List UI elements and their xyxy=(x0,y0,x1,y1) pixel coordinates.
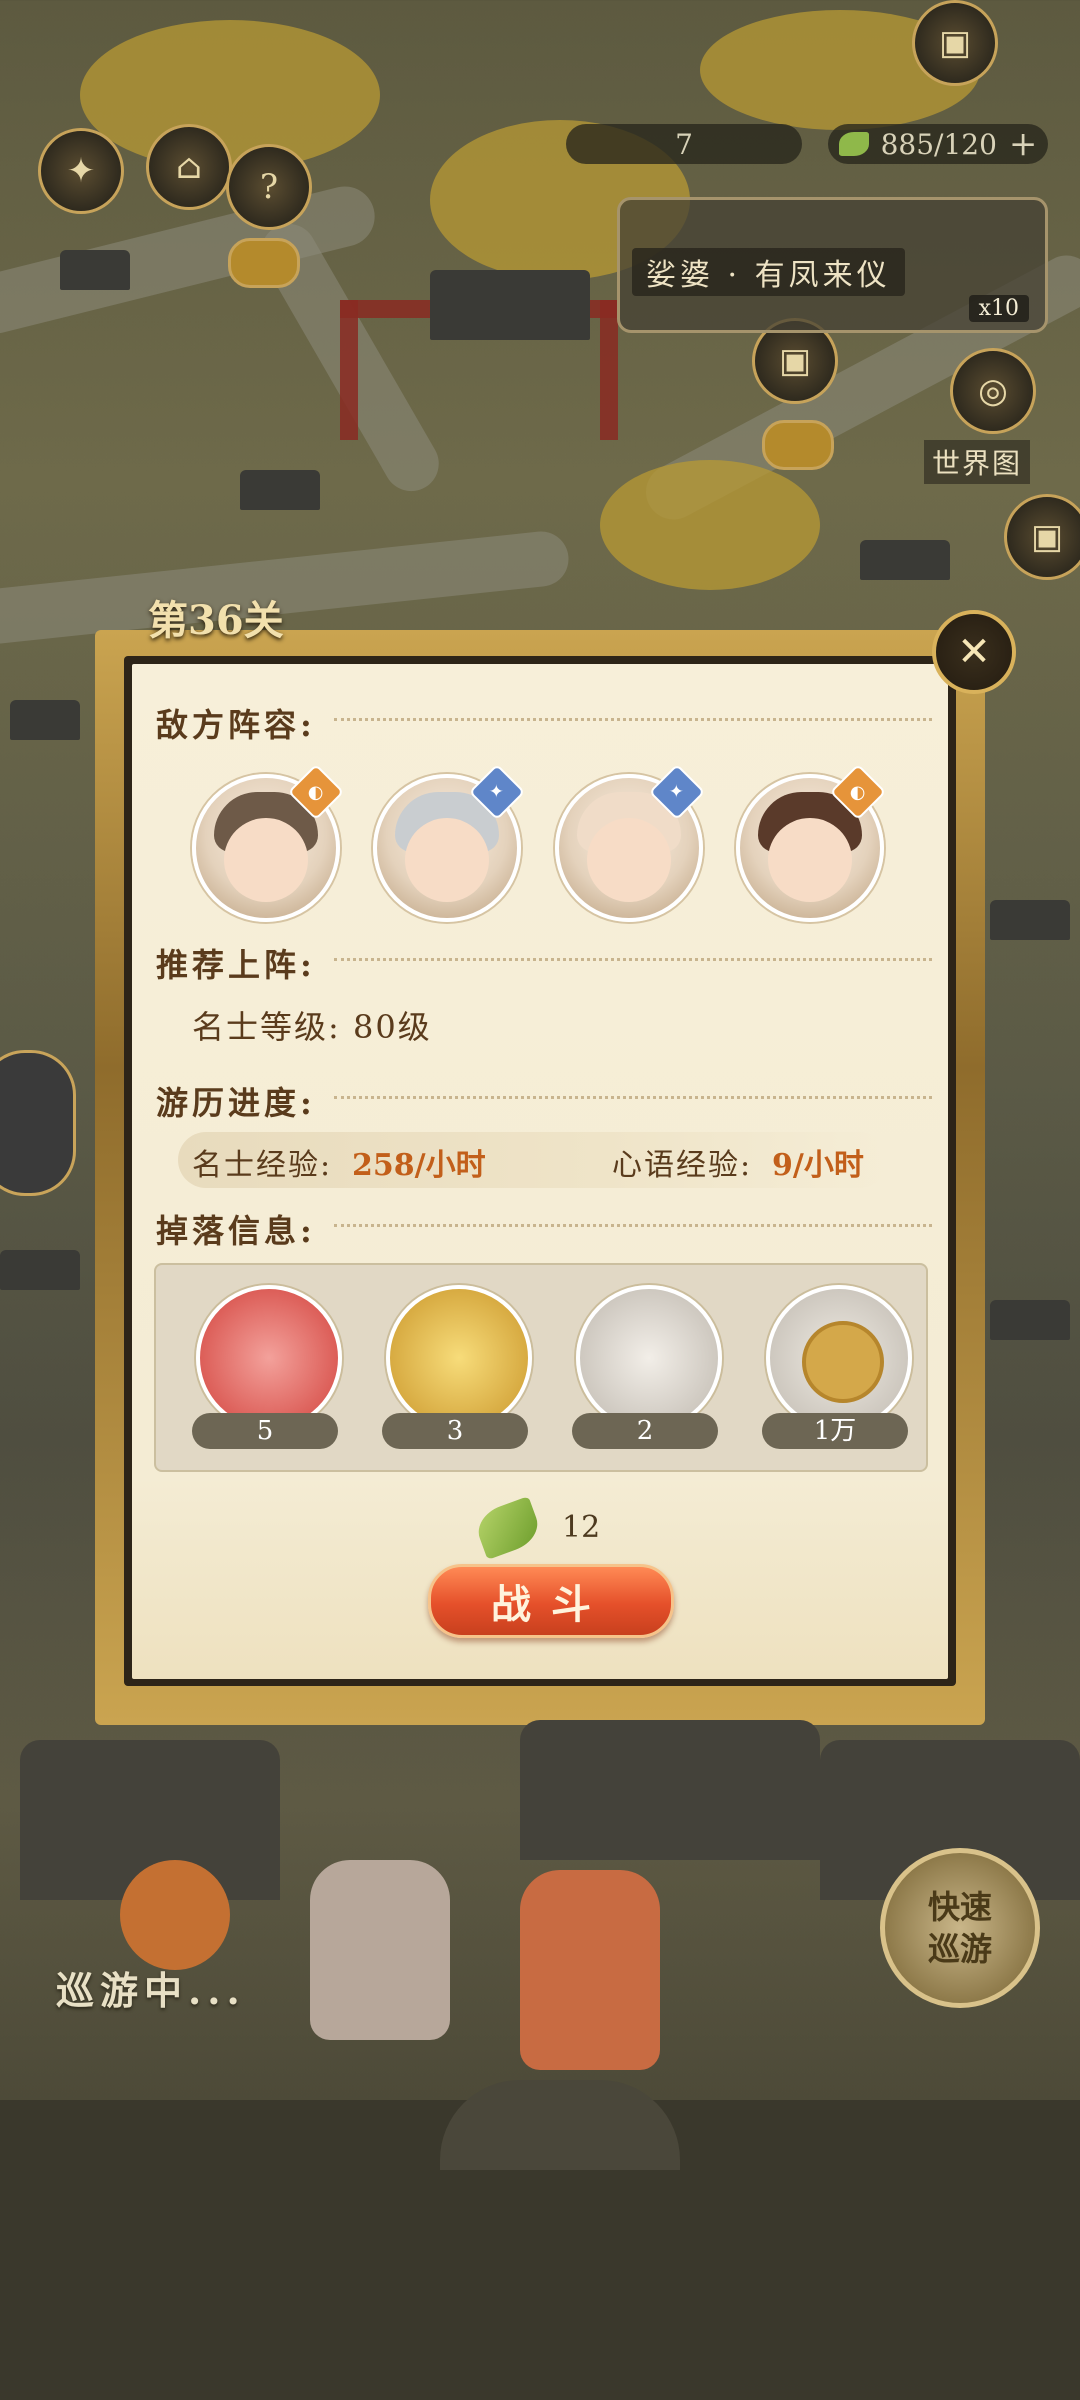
drops-label: 掉落信息: xyxy=(156,1212,316,1250)
world-map-icon[interactable]: ◎ xyxy=(950,348,1036,434)
avatar-face xyxy=(224,818,308,902)
tea-set-item-icon[interactable] xyxy=(196,1285,342,1431)
close-icon: ✕ xyxy=(957,629,991,675)
scholar-exp-label: 名士经验: xyxy=(192,1148,333,1183)
scene-building xyxy=(520,1720,820,1860)
scholar-exp-value: 258/小时 xyxy=(352,1148,486,1183)
pavilion-icon[interactable]: ⌂ xyxy=(146,124,232,210)
quick-patrol-button[interactable]: 快速 巡游 xyxy=(880,1848,1040,2008)
recommended-label: 推荐上阵: xyxy=(156,946,316,984)
left-side-badge-icon[interactable] xyxy=(0,1050,76,1196)
divider xyxy=(334,1224,932,1227)
progress-label: 游历进度: xyxy=(156,1084,316,1122)
lantern-icon xyxy=(120,1860,230,1970)
flower-dish-item-icon[interactable] xyxy=(576,1285,722,1431)
quick-patrol-line2: 巡游 xyxy=(927,1930,992,1968)
recommended-level: 名士等级: 80级 xyxy=(192,1002,432,1048)
coin-node-icon[interactable] xyxy=(228,238,300,288)
patrol-status-text: 巡游中... xyxy=(56,1968,246,2013)
drop-count: 2 xyxy=(572,1413,718,1449)
cost-value: 12 xyxy=(562,1510,601,1545)
avatar-face xyxy=(587,818,671,902)
coin-icon xyxy=(802,1321,884,1403)
drop-count: 3 xyxy=(382,1413,528,1449)
event-banner-title: 娑婆 · 有凤来仪 xyxy=(632,248,905,296)
divider xyxy=(334,1096,932,1099)
chibi-character xyxy=(520,1870,660,2070)
stamina-counter: 7 xyxy=(566,124,802,164)
house-roof xyxy=(10,700,80,740)
gift-node-icon[interactable]: ▣ xyxy=(912,0,998,86)
avatar-face xyxy=(405,818,489,902)
house-roof xyxy=(990,900,1070,940)
coin-node-icon[interactable] xyxy=(762,420,834,470)
event-banner-count: x10 xyxy=(968,295,1029,322)
scene-roof xyxy=(440,2080,680,2170)
heart-exp-value: 9/小时 xyxy=(772,1148,864,1183)
gift-node-icon[interactable]: ▣ xyxy=(1004,494,1080,580)
unknown-node-icon[interactable]: ? xyxy=(226,144,312,230)
heart-exp-label: 心语经验: xyxy=(612,1148,753,1183)
stamina-value: 7 xyxy=(675,127,693,161)
event-banner[interactable]: 娑婆 · 有凤来仪 x10 xyxy=(617,197,1048,333)
palace-wall xyxy=(600,300,618,440)
avatar-face xyxy=(768,818,852,902)
recommended-level-value: 80级 xyxy=(352,1008,432,1046)
palace-wall xyxy=(340,300,358,440)
divider xyxy=(334,958,932,961)
stage-title: 第36关 xyxy=(148,597,284,644)
fight-button[interactable]: 战斗 xyxy=(428,1564,674,1638)
recommended-level-label: 名士等级: xyxy=(192,1008,341,1046)
book-item-icon[interactable] xyxy=(386,1285,532,1431)
enemy-lineup-label: 敌方阵容: xyxy=(156,706,316,744)
map-road xyxy=(0,528,572,647)
house-roof xyxy=(990,1300,1070,1340)
add-energy-button[interactable]: + xyxy=(1009,124,1038,164)
house-roof xyxy=(240,470,320,510)
house-roof xyxy=(860,540,950,580)
palace-roof xyxy=(430,270,590,340)
world-map-label: 世界图 xyxy=(924,440,1031,484)
energy-value: 885/120 xyxy=(880,127,997,161)
divider xyxy=(334,718,932,721)
house-roof xyxy=(0,1250,80,1290)
quick-patrol-line1: 快速 xyxy=(927,1888,992,1926)
map-tree xyxy=(80,20,380,170)
drop-count: 1万 xyxy=(762,1413,908,1449)
drop-count: 5 xyxy=(192,1413,338,1449)
house-roof xyxy=(60,250,130,290)
map-node-icon[interactable]: ✦ xyxy=(38,128,124,214)
close-modal-button[interactable]: ✕ xyxy=(932,610,1016,694)
energy-counter: 885/120 + xyxy=(828,124,1048,164)
map-tree xyxy=(600,460,820,590)
coin-item-icon[interactable] xyxy=(766,1285,912,1431)
chibi-character xyxy=(310,1860,450,2040)
patrol-scene xyxy=(0,1720,1080,2400)
leaf-icon xyxy=(838,132,869,156)
